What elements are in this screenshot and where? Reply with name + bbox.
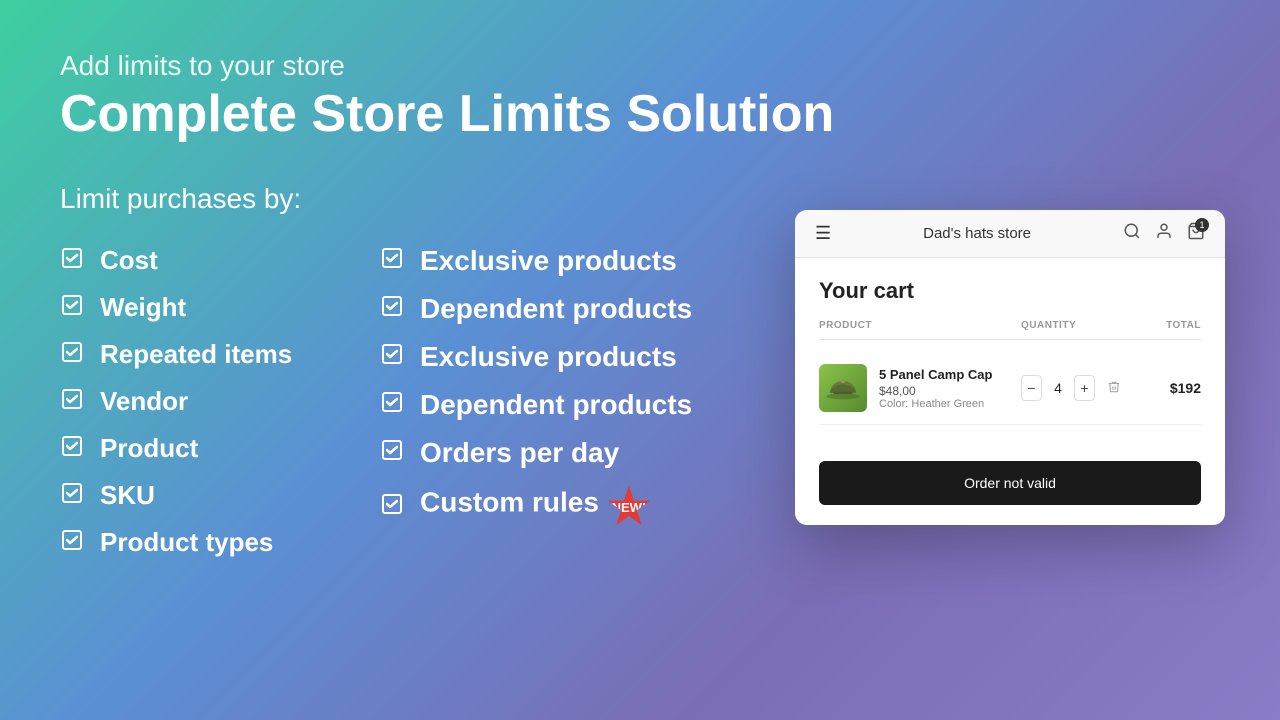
user-icon[interactable] xyxy=(1155,222,1173,245)
feature-label: Cost xyxy=(100,245,158,276)
feature-item-orders-per-day: Orders per day xyxy=(380,431,760,475)
check-icon xyxy=(60,481,86,511)
check-icon xyxy=(60,528,86,558)
feature-label: Repeated items xyxy=(100,339,292,370)
check-icon xyxy=(380,246,406,276)
feature-label: Weight xyxy=(100,292,186,323)
cart-table-header: PRODUCT QUANTITY TOTAL xyxy=(819,320,1201,340)
feature-label: SKU xyxy=(100,480,155,511)
feature-item-vendor: Vendor xyxy=(60,380,380,423)
feature-item-product: Product xyxy=(60,427,380,470)
cart-mockup: ☰ Dad's hats store 1 Your cart PRODUCT Q… xyxy=(795,210,1225,525)
product-image xyxy=(819,364,867,412)
store-name: Dad's hats store xyxy=(923,225,1031,242)
feature-item-custom-rules: Custom rulesNEW! xyxy=(380,479,760,535)
header-icons: 1 xyxy=(1123,222,1205,245)
feature-item-dependent-products-1: Dependent products xyxy=(380,287,760,331)
cart-count: 1 xyxy=(1195,218,1209,232)
feature-label: Exclusive products xyxy=(420,341,677,373)
product-name: 5 Panel Camp Cap xyxy=(879,367,992,382)
check-icon xyxy=(60,340,86,370)
check-icon xyxy=(60,293,86,323)
main-container: Add limits to your store Complete Store … xyxy=(0,0,1280,720)
feature-label: Dependent products xyxy=(420,389,692,421)
feature-item-sku: SKU xyxy=(60,474,380,517)
cart-body: Your cart PRODUCT QUANTITY TOTAL xyxy=(795,258,1225,445)
feature-item-repeated-items: Repeated items xyxy=(60,333,380,376)
check-icon xyxy=(380,390,406,420)
feature-item-product-types: Product types xyxy=(60,521,380,564)
feature-label: Product types xyxy=(100,527,273,558)
product-variant: Color: Heather Green xyxy=(879,398,992,410)
left-feature-col: Cost Weight Repeated items xyxy=(60,239,380,564)
cart-icon[interactable]: 1 xyxy=(1187,222,1205,245)
check-icon xyxy=(380,492,406,522)
check-icon xyxy=(60,246,86,276)
feature-label: Vendor xyxy=(100,386,188,417)
search-icon[interactable] xyxy=(1123,222,1141,245)
check-icon xyxy=(380,294,406,324)
cart-item: 5 Panel Camp Cap $48,00 Color: Heather G… xyxy=(819,352,1201,425)
feature-item-weight: Weight xyxy=(60,286,380,329)
quantity-control: − 4 + xyxy=(1021,375,1121,401)
feature-label: Dependent products xyxy=(420,293,692,325)
check-icon xyxy=(60,434,86,464)
subtitle: Add limits to your store xyxy=(60,50,1220,82)
col-product: PRODUCT xyxy=(819,320,1021,331)
new-badge: NEW! xyxy=(607,485,651,529)
quantity-increase[interactable]: + xyxy=(1074,375,1095,401)
feature-label: Exclusive products xyxy=(420,245,677,277)
check-icon xyxy=(380,438,406,468)
order-invalid-button[interactable]: Order not valid xyxy=(819,461,1201,505)
quantity-decrease[interactable]: − xyxy=(1021,375,1042,401)
item-total: $192 xyxy=(1121,380,1201,396)
cart-footer: Order not valid xyxy=(795,445,1225,525)
quantity-value: 4 xyxy=(1050,380,1066,396)
feature-item-exclusive-products-2: Exclusive products xyxy=(380,335,760,379)
delete-icon[interactable] xyxy=(1107,380,1121,397)
product-price: $48,00 xyxy=(879,384,992,398)
feature-label: Custom rulesNEW! xyxy=(420,485,651,529)
feature-label: Product xyxy=(100,433,198,464)
feature-item-exclusive-products-1: Exclusive products xyxy=(380,239,760,283)
col-quantity: QUANTITY xyxy=(1021,320,1121,331)
cart-title: Your cart xyxy=(819,278,1201,304)
cart-product: 5 Panel Camp Cap $48,00 Color: Heather G… xyxy=(819,364,1021,412)
feature-item-cost: Cost xyxy=(60,239,380,282)
feature-label: Orders per day xyxy=(420,437,619,469)
feature-item-dependent-products-2: Dependent products xyxy=(380,383,760,427)
right-feature-col: Exclusive products Dependent products Ex… xyxy=(380,239,760,564)
col-total: TOTAL xyxy=(1121,320,1201,331)
check-icon xyxy=(60,387,86,417)
product-info: 5 Panel Camp Cap $48,00 Color: Heather G… xyxy=(879,367,992,410)
menu-icon: ☰ xyxy=(815,223,831,244)
main-title: Complete Store Limits Solution xyxy=(60,86,1220,143)
cart-header: ☰ Dad's hats store 1 xyxy=(795,210,1225,258)
check-icon xyxy=(380,342,406,372)
